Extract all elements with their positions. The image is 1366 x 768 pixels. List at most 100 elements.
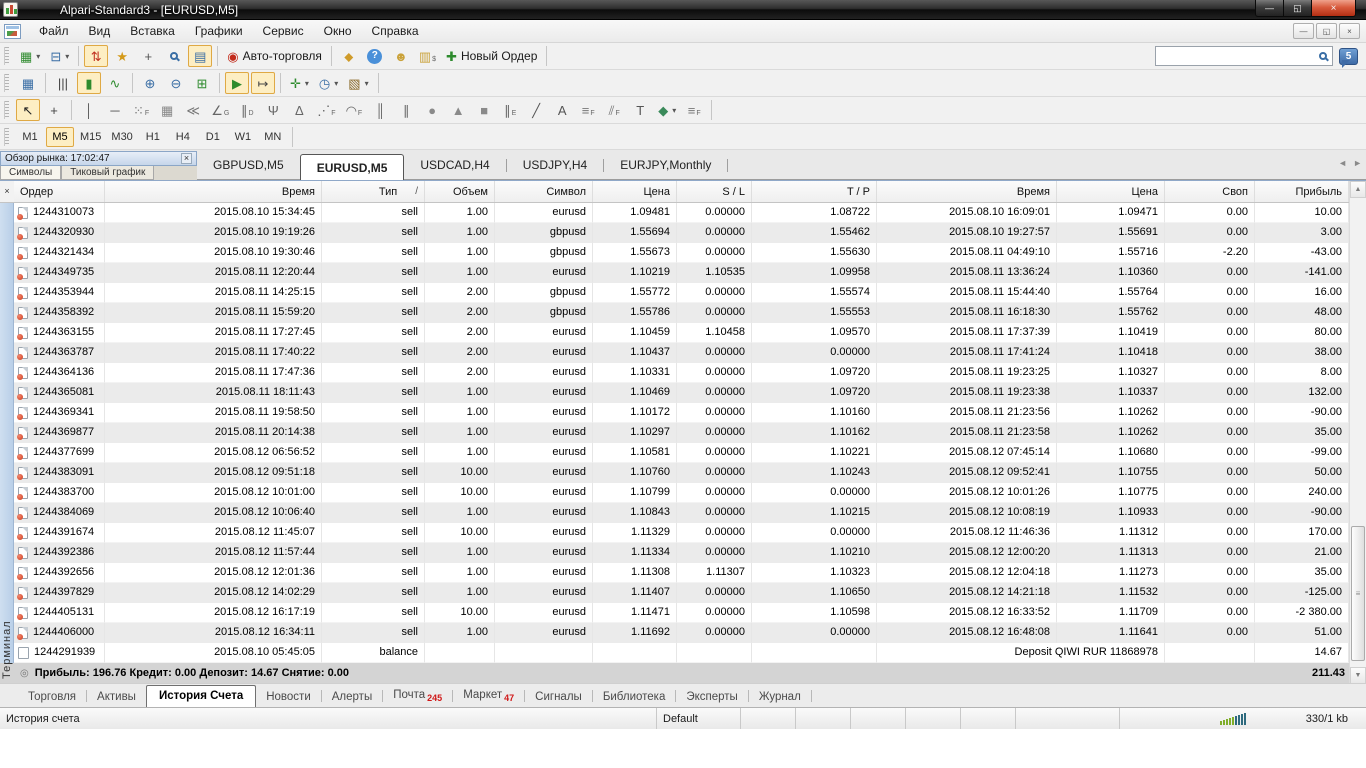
timeframe-h1[interactable]: H1 (139, 127, 167, 147)
vertical-scrollbar[interactable]: ▲ ≡ ▼ (1349, 181, 1366, 684)
autotrading-button[interactable]: ◉Авто-торговля (223, 45, 326, 67)
menu-item-окно[interactable]: Окно (314, 21, 362, 41)
timeframe-m30[interactable]: M30 (107, 127, 136, 147)
navigator-toggle[interactable]: ▤ (188, 45, 212, 67)
indicators-button[interactable]: ✛▾ (286, 72, 313, 94)
timeframe-m15[interactable]: M15 (76, 127, 105, 147)
eraser-button[interactable]: ⬥ (337, 45, 361, 67)
fibo-fan-tool[interactable]: ⋰F (313, 99, 339, 121)
terminal-tab-алерты[interactable]: Алерты (322, 687, 382, 708)
tile-windows-button[interactable]: ⊞ (190, 72, 214, 94)
history-row[interactable]: 12443916742015.08.12 11:45:07sell10.00eu… (14, 523, 1349, 543)
column-header-open-price[interactable]: Цена (593, 181, 677, 202)
column-header-symbol[interactable]: Символ (495, 181, 593, 202)
terminal-tab-история-счета[interactable]: История Счета (146, 685, 256, 708)
history-row[interactable]: 12443698772015.08.11 20:14:38sell1.00eur… (14, 423, 1349, 443)
scrollbar-thumb[interactable]: ≡ (1351, 526, 1365, 661)
menu-item-графики[interactable]: Графики (185, 21, 253, 41)
terminal-tab-сигналы[interactable]: Сигналы (525, 687, 592, 708)
tab-tick-chart[interactable]: Тиковый график (61, 166, 154, 180)
history-row[interactable]: 12443650812015.08.11 18:11:43sell1.00eur… (14, 383, 1349, 403)
text-label-tool[interactable]: T (628, 99, 652, 121)
history-row[interactable]: 12443497352015.08.11 12:20:44sell1.00eur… (14, 263, 1349, 283)
menu-item-вид[interactable]: Вид (79, 21, 121, 41)
history-row[interactable]: 12443840692015.08.12 10:06:40sell1.00eur… (14, 503, 1349, 523)
column-header-tp[interactable]: T / P (752, 181, 877, 202)
parallel-lines-tool[interactable]: ∥ (394, 99, 418, 121)
mdi-minimize-button[interactable]: — (1293, 23, 1314, 39)
terminal-tab-маркет[interactable]: Маркет47 (453, 685, 524, 708)
market-watch-close-icon[interactable]: × (181, 153, 192, 164)
data-window-button[interactable] (162, 45, 186, 67)
trendline-tool[interactable]: ╱ (524, 99, 548, 121)
terminal-tab-журнал[interactable]: Журнал (749, 687, 811, 708)
chart-shift-toggle[interactable]: ↦ (251, 72, 275, 94)
horizontal-line-tool[interactable]: ─ (103, 99, 127, 121)
timeframe-m5[interactable]: M5 (46, 127, 74, 147)
history-row[interactable]: 12443830912015.08.12 09:51:18sell10.00eu… (14, 463, 1349, 483)
fibo-arcs-tool[interactable]: ◠F (342, 99, 367, 121)
bars-chart-button[interactable]: ||| (51, 72, 75, 94)
periods-button[interactable]: ◷▾ (315, 72, 342, 94)
candlestick-chart-button[interactable]: ▮ (77, 72, 101, 94)
zoom-in-button[interactable]: ⊕ (138, 72, 162, 94)
fibo-channel-tool[interactable]: ∥D (235, 99, 259, 121)
terminal-close-icon[interactable]: × (1, 184, 13, 197)
cursor-tool[interactable]: ↖ (16, 99, 40, 121)
favorites-button[interactable]: ★ (110, 45, 134, 67)
chart-tab-gbpusd-m5[interactable]: GBPUSD,M5 (197, 154, 300, 176)
scroll-up-icon[interactable]: ▲ (1350, 181, 1366, 198)
vertical-line-tool[interactable]: │ (77, 99, 101, 121)
auto-scroll-toggle[interactable]: ▶ (225, 72, 249, 94)
status-profile[interactable]: Default (663, 713, 698, 725)
chart-window-button[interactable]: ▦ (16, 72, 40, 94)
fibo-retracement-tool[interactable]: ⁙F (129, 99, 153, 121)
terminal-tab-эксперты[interactable]: Эксперты (676, 687, 747, 708)
tab-scroll-left-icon[interactable]: ◄ (1338, 158, 1347, 168)
search-input[interactable] (1161, 48, 1319, 64)
triangle-tool[interactable]: ▲ (446, 99, 470, 121)
column-header-profit[interactable]: Прибыль (1255, 181, 1349, 202)
history-center-button[interactable]: ▥$ (415, 45, 440, 67)
history-row[interactable]: 12443209302015.08.10 19:19:26sell1.00gbp… (14, 223, 1349, 243)
history-row[interactable]: 12443978292015.08.12 14:02:29sell1.00eur… (14, 583, 1349, 603)
rectangle-tool[interactable]: ■ (472, 99, 496, 121)
history-row[interactable]: 12443100732015.08.10 15:34:45sell1.00eur… (14, 203, 1349, 223)
new-order-button[interactable]: ✚Новый Ордер (442, 45, 541, 67)
column-header-open-time[interactable]: Время (105, 181, 322, 202)
history-row[interactable]: 12443583922015.08.11 15:59:20sell2.00gbp… (14, 303, 1349, 323)
toolbar-grip[interactable] (4, 128, 9, 146)
column-header-volume[interactable]: Объем (425, 181, 495, 202)
chart-tab-eurjpy-monthly[interactable]: EURJPY,Monthly (604, 154, 727, 176)
chart-tab-usdjpy-h4[interactable]: USDJPY,H4 (507, 154, 603, 176)
timeframe-m1[interactable]: M1 (16, 127, 44, 147)
terminal-tab-новости[interactable]: Новости (256, 687, 321, 708)
column-header-type[interactable]: Тип/ (322, 181, 425, 202)
more-objects-button[interactable]: ≡F (682, 99, 706, 121)
history-row[interactable]: 12443923862015.08.12 11:57:44sell1.00eur… (14, 543, 1349, 563)
terminal-tab-торговля[interactable]: Торговля (18, 687, 86, 708)
profiles-button[interactable]: ⊟▾ (46, 45, 73, 67)
tab-scroll-right-icon[interactable]: ► (1353, 158, 1362, 168)
history-row[interactable]: 12444051312015.08.12 16:17:19sell10.00eu… (14, 603, 1349, 623)
terminal-tab-библиотека[interactable]: Библиотека (593, 687, 676, 708)
history-row[interactable]: 12443214342015.08.10 19:30:46sell1.00gbp… (14, 243, 1349, 263)
grid-tool[interactable]: ▦ (155, 99, 179, 121)
zoom-out-button[interactable]: ⊖ (164, 72, 188, 94)
history-row[interactable]: 12443837002015.08.12 10:01:00sell10.00eu… (14, 483, 1349, 503)
history-row[interactable]: 12443641362015.08.11 17:47:36sell2.00eur… (14, 363, 1349, 383)
ellipse-tool[interactable]: ● (420, 99, 444, 121)
tab-symbols[interactable]: Символы (0, 166, 61, 180)
community-button[interactable]: ☻ (389, 45, 413, 67)
notifications-button[interactable]: 5 (1339, 48, 1358, 65)
fan-lines-tool[interactable]: ≪ (181, 99, 205, 121)
toolbar-grip[interactable] (4, 47, 9, 65)
history-row[interactable]: 12443693412015.08.11 19:58:50sell1.00eur… (14, 403, 1349, 423)
menu-item-сервис[interactable]: Сервис (253, 21, 314, 41)
fibo-timezones-tool[interactable]: ║ (368, 99, 392, 121)
fibo-lines-tool[interactable]: ⫽F (602, 99, 626, 121)
help-button[interactable]: ? (363, 45, 387, 67)
toolbar-grip[interactable] (4, 74, 9, 92)
terminal-tab-почта[interactable]: Почта245 (383, 685, 452, 708)
history-row[interactable]: 12443631552015.08.11 17:27:45sell2.00eur… (14, 323, 1349, 343)
